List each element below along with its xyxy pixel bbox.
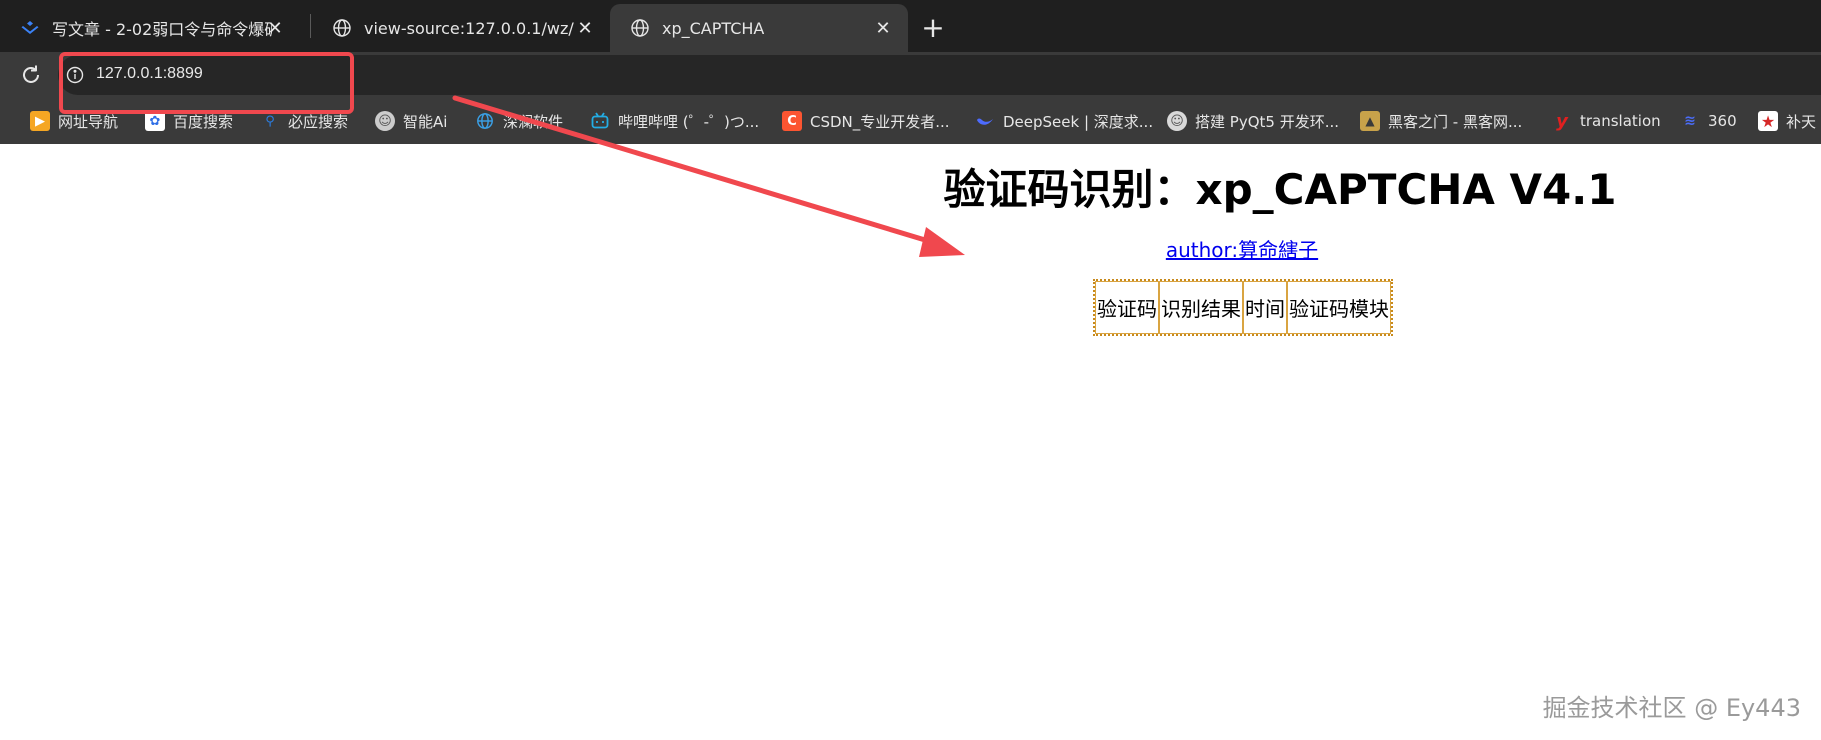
author-link[interactable]: author:算命縖子 [1100,234,1384,263]
juejin-icon [20,18,40,38]
globe-icon [475,111,495,131]
tab-title: view-source:127.0.0.1/wz/ [364,18,574,38]
bookmark-label: 补天 [1786,112,1817,131]
globe-icon [630,18,650,38]
tab-xp-captcha[interactable]: xp_CAPTCHA ✕ [610,4,908,52]
bookmark-item[interactable]: ★ 补天 [1758,110,1816,132]
tab-strip: 写文章 - 2-02弱口令与命令爆破 - 掘 ✕ view-source:127… [0,0,1821,52]
baidu-icon: ✿ [145,111,165,131]
csdn-icon: C [782,111,802,131]
browser-window: 写文章 - 2-02弱口令与命令爆破 - 掘 ✕ view-source:127… [0,0,1821,740]
bookmark-item[interactable]: 深澜软件 [475,110,563,132]
page-title: 验证码识别：xp_CAPTCHA V4.1 [943,165,1617,214]
bilibili-icon [590,111,610,131]
bookmark-label: 哔哩哔哩 (゜-゜)つ... [618,112,760,131]
bing-icon: ⚲ [265,113,275,129]
bookmark-item[interactable]: ☺ 搭建 PyQt5 开发环... [1167,110,1339,132]
bookmark-item[interactable]: ▲ 黑客之门 - 黑客网... [1360,110,1522,132]
deepseek-icon [975,111,995,131]
table-header-cell: 验证码 [1095,281,1159,334]
avatar-icon: ☺ [375,111,395,131]
tab-divider [310,14,311,38]
bookmark-item[interactable]: DeepSeek | 深度求... [975,110,1153,132]
bookmark-label: CSDN_专业开发者... [810,112,950,131]
bookmark-item[interactable]: C CSDN_专业开发者... [782,110,950,132]
watermark: 掘金技术社区 @ Ey443 [1542,694,1801,722]
bookmark-label: DeepSeek | 深度求... [1003,112,1154,131]
avatar-icon: ☺ [1167,111,1187,131]
bookmark-label: 搭建 PyQt5 开发环... [1195,112,1339,131]
table-header-cell: 验证码模块 [1287,281,1391,334]
tab-view-source[interactable]: view-source:127.0.0.1/wz/ ✕ [312,4,610,52]
bookmark-item[interactable]: 哔哩哔哩 (゜-゜)つ... [590,110,759,132]
bookmark-label: 智能Ai [403,112,448,131]
globe-icon [332,18,352,38]
bookmark-label: translation [1580,112,1661,130]
bookmark-item[interactable]: y translation [1552,110,1661,132]
table-header-row: 验证码 识别结果 时间 验证码模块 [1095,281,1391,334]
tab-juejin[interactable]: 写文章 - 2-02弱口令与命令爆破 - 掘 ✕ [0,4,300,52]
reload-icon[interactable] [18,62,44,88]
annotation-highlight-box [59,52,354,114]
tab-title: 写文章 - 2-02弱口令与命令爆破 - 掘 [52,20,272,39]
youdao-icon: y [1556,110,1568,132]
new-tab-button[interactable]: + [918,11,948,44]
nav-icon: ▶ [30,111,50,131]
360-icon: ≋ [1684,113,1696,129]
bookmark-label: 深澜软件 [503,112,564,131]
table-header-cell: 识别结果 [1159,281,1243,334]
close-icon[interactable]: ✕ [574,17,596,39]
close-icon[interactable]: ✕ [264,17,286,39]
bookmark-label: 黑客之门 - 黑客网... [1388,112,1523,131]
star-icon: ★ [1758,111,1778,131]
table-header-cell: 时间 [1243,281,1287,334]
bookmark-item[interactable]: ☺ 智能Ai [375,110,447,132]
bookmark-label: 360 [1708,112,1737,130]
bookmark-item[interactable]: ≋ 360 [1680,110,1737,132]
close-icon[interactable]: ✕ [872,17,894,39]
lock-icon: ▲ [1360,111,1380,131]
captcha-table: 验证码 识别结果 时间 验证码模块 [1093,279,1393,336]
tab-title: xp_CAPTCHA [662,18,765,38]
